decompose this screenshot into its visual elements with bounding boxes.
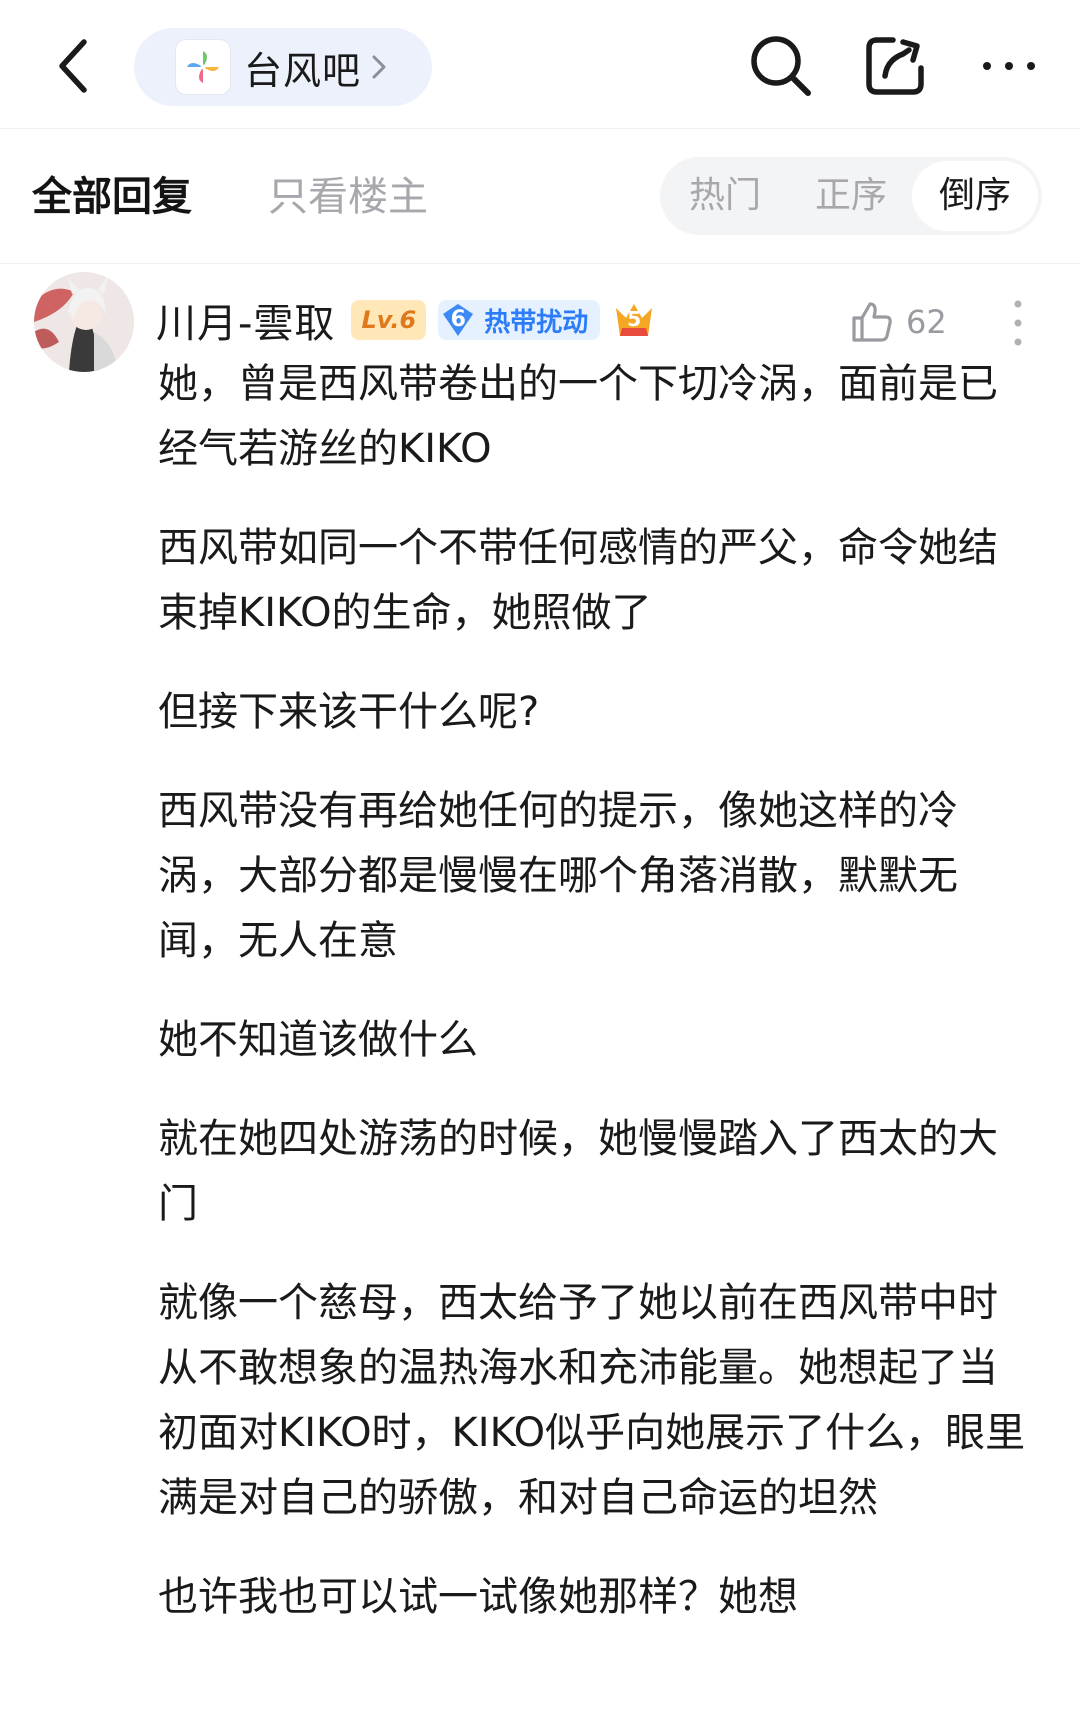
title-badge: 6 热带扰动 — [438, 300, 601, 340]
avatar[interactable] — [34, 272, 134, 372]
title-level: 6 — [450, 307, 466, 332]
thumbs-up-icon — [852, 302, 892, 342]
tab-all-replies[interactable]: 全部回复 — [32, 173, 192, 221]
chevron-right-icon — [371, 54, 387, 80]
share-icon — [866, 37, 924, 95]
chevron-left-icon — [59, 39, 87, 93]
post-paragraph: 她不知道该做什么 — [158, 1017, 478, 1063]
like-count: 62 — [906, 303, 947, 341]
forum-name: 台风吧 — [244, 48, 362, 93]
sort-descending[interactable]: 倒序 — [912, 161, 1038, 231]
share-button[interactable] — [858, 29, 932, 103]
post-content: 她，曾是西风带卷出的一个下切冷涡，面前是已经气若游丝的KIKO 西风带如同一个不… — [158, 352, 1028, 1664]
post-paragraph: 西风带没有再给她任何的提示，像她这样的冷涡，大部分都是慢慢在哪个角落消散，默默无… — [158, 788, 958, 964]
top-nav-bar: 台风吧 — [0, 0, 1080, 128]
more-button[interactable] — [972, 29, 1046, 103]
tab-op-only[interactable]: 只看楼主 — [268, 173, 428, 221]
author-name[interactable]: 川月-雲取 — [156, 291, 335, 349]
post-paragraph: 也许我也可以试一试像她那样？她想 — [158, 1574, 798, 1620]
more-horizontal-icon — [983, 62, 1035, 70]
more-vertical-icon — [1014, 300, 1022, 346]
post-paragraph: 就像一个慈母，西太给予了她以前在西风带中时从不敢想象的温热海水和充沛能量。她想起… — [158, 1280, 1026, 1521]
search-icon — [751, 36, 811, 96]
pinwheel-logo-icon — [176, 40, 230, 94]
forum-entry-button[interactable]: 台风吧 — [134, 28, 432, 106]
post-more-button[interactable] — [1010, 298, 1026, 348]
member-badge-icon: 5 — [612, 300, 656, 340]
search-button[interactable] — [744, 29, 818, 103]
post-paragraph: 她，曾是西风带卷出的一个下切冷涡，面前是已经气若游丝的KIKO — [158, 361, 998, 472]
reply-filter-bar: 全部回复 只看楼主 热门 正序 倒序 — [0, 128, 1080, 264]
post-paragraph: 西风带如同一个不带任何感情的严父，命令她结束掉KIKO的生命，她照做了 — [158, 525, 998, 636]
sort-hot[interactable]: 热门 — [662, 157, 788, 235]
sort-segmented-control: 热门 正序 倒序 — [660, 157, 1042, 235]
sort-ascending[interactable]: 正序 — [788, 157, 914, 235]
post-paragraph: 就在她四处游荡的时候，她慢慢踏入了西太的大门 — [158, 1116, 998, 1227]
author-row: 川月-雲取 Lv.6 6 热带扰动 5 — [156, 292, 656, 348]
back-button[interactable] — [44, 30, 100, 102]
diamond-icon: 6 — [440, 302, 476, 338]
post-paragraph: 但接下来该干什么呢? — [158, 689, 540, 735]
like-button[interactable]: 62 — [850, 294, 947, 350]
member-level: 5 — [627, 307, 642, 331]
title-text: 热带扰动 — [484, 307, 589, 338]
top-actions — [704, 28, 1046, 104]
level-badge: Lv.6 — [351, 300, 427, 340]
